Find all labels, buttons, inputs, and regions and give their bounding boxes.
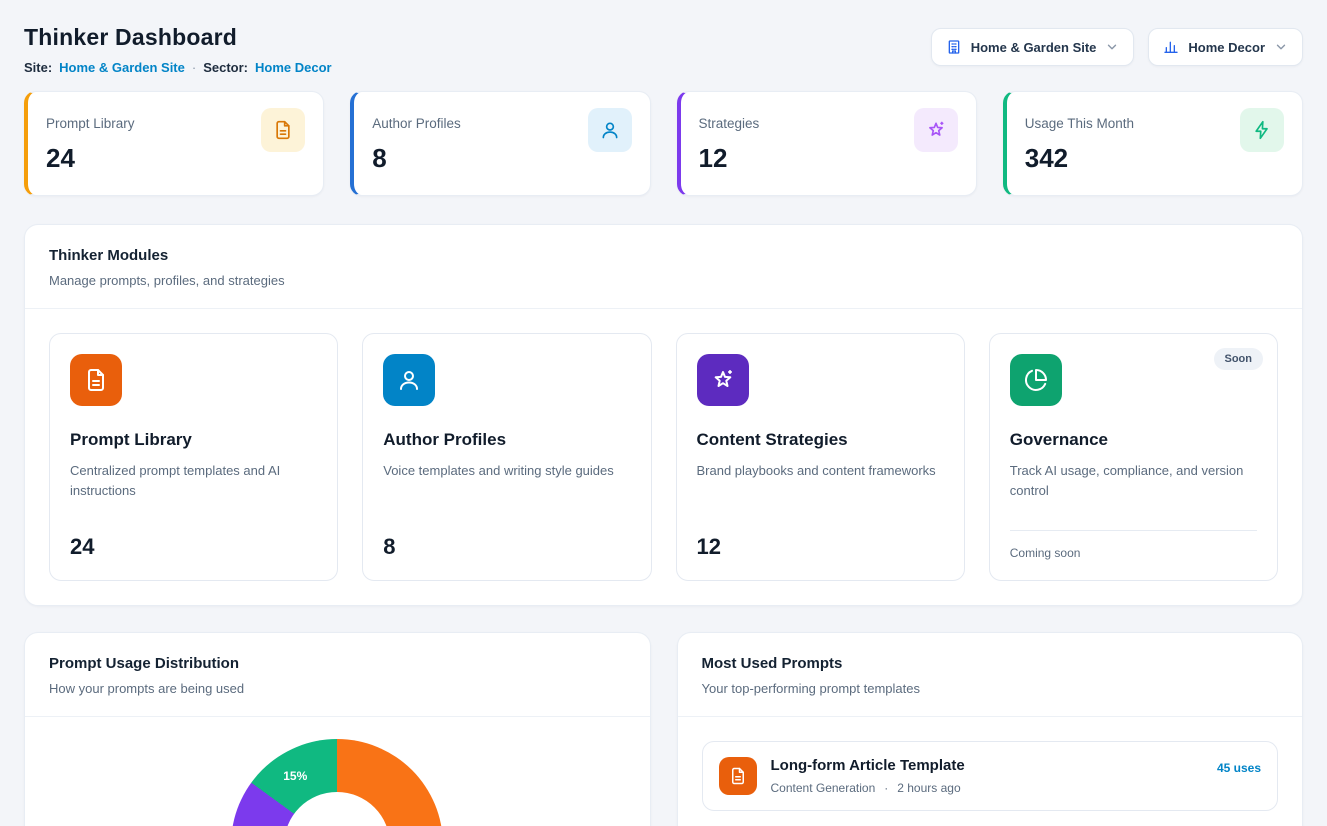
- soon-badge: Soon: [1214, 348, 1264, 370]
- meta-separator: ·: [884, 781, 888, 795]
- document-icon: [261, 108, 305, 152]
- stat-value: 8: [372, 143, 461, 174]
- usage-panel-subtitle: How your prompts are being used: [49, 681, 626, 696]
- page-header: Thinker Dashboard Site: Home & Garden Si…: [24, 20, 1303, 75]
- module-card-content-strategies[interactable]: Content Strategies Brand playbooks and c…: [676, 333, 965, 581]
- module-title: Prompt Library: [70, 430, 317, 450]
- document-icon: [719, 757, 757, 795]
- header-selectors: Home & Garden Site Home Decor: [931, 28, 1303, 66]
- usage-panel-title: Prompt Usage Distribution: [49, 655, 626, 672]
- stat-info: Author Profiles 8: [372, 108, 461, 179]
- donut-slice-label: 15%: [283, 769, 307, 783]
- site-label: Site:: [24, 60, 52, 75]
- module-count: 24: [70, 534, 317, 560]
- prompt-item-title: Long-form Article Template: [771, 757, 965, 774]
- meta-separator: ·: [192, 60, 196, 75]
- prompt-timestamp: 2 hours ago: [897, 781, 960, 795]
- stat-label: Prompt Library: [46, 116, 135, 131]
- stat-card-strategies: Strategies 12: [677, 91, 977, 196]
- module-card-prompt-library[interactable]: Prompt Library Centralized prompt templa…: [49, 333, 338, 581]
- prompt-category: Content Generation: [771, 781, 876, 795]
- site-selector-label: Home & Garden Site: [971, 40, 1097, 55]
- stat-info: Prompt Library 24: [46, 108, 135, 179]
- stat-card-prompt-library: Prompt Library 24: [24, 91, 324, 196]
- stats-row: Prompt Library 24 Author Profiles 8 Stra…: [24, 91, 1303, 196]
- sector-label: Sector:: [203, 60, 248, 75]
- usage-donut-chart: 15%: [231, 739, 443, 826]
- sparkle-star-icon: [914, 108, 958, 152]
- thinker-modules-section: Thinker Modules Manage prompts, profiles…: [24, 224, 1303, 606]
- prompt-item-info: Long-form Article Template Content Gener…: [771, 757, 965, 795]
- stat-label: Author Profiles: [372, 116, 461, 131]
- module-count: 8: [383, 534, 630, 560]
- page-title: Thinker Dashboard: [24, 24, 332, 51]
- module-title: Governance: [1010, 430, 1257, 450]
- usage-panel-header: Prompt Usage Distribution How your promp…: [25, 633, 650, 716]
- stat-info: Usage This Month 342: [1025, 108, 1134, 179]
- stat-value: 12: [699, 143, 760, 174]
- stat-label: Strategies: [699, 116, 760, 131]
- module-description: Centralized prompt templates and AI inst…: [70, 461, 317, 501]
- chevron-down-icon: [1274, 40, 1288, 54]
- coming-soon-label: Coming soon: [1010, 546, 1257, 560]
- header-left: Thinker Dashboard Site: Home & Garden Si…: [24, 20, 332, 75]
- prompt-uses-badge: 45 uses: [1217, 761, 1261, 775]
- lightning-bolt-icon: [1240, 108, 1284, 152]
- modules-subtitle: Manage prompts, profiles, and strategies: [49, 273, 1278, 288]
- most-used-subtitle: Your top-performing prompt templates: [702, 681, 1279, 696]
- sector-selector-label: Home Decor: [1188, 40, 1265, 55]
- bar-chart-icon: [1163, 39, 1179, 55]
- module-divider: [1010, 530, 1257, 531]
- usage-distribution-panel: Prompt Usage Distribution How your promp…: [24, 632, 651, 826]
- usage-chart-area: 15%: [25, 716, 650, 826]
- module-title: Content Strategies: [697, 430, 944, 450]
- building-icon: [946, 39, 962, 55]
- stat-value: 24: [46, 143, 135, 174]
- module-card-governance[interactable]: Soon Governance Track AI usage, complian…: [989, 333, 1278, 581]
- modules-title: Thinker Modules: [49, 247, 1278, 264]
- modules-header: Thinker Modules Manage prompts, profiles…: [25, 225, 1302, 308]
- modules-grid: Prompt Library Centralized prompt templa…: [25, 308, 1302, 605]
- stat-card-usage: Usage This Month 342: [1003, 91, 1303, 196]
- stat-value: 342: [1025, 143, 1134, 174]
- module-description: Voice templates and writing style guides: [383, 461, 630, 481]
- module-description: Track AI usage, compliance, and version …: [1010, 461, 1257, 501]
- site-selector[interactable]: Home & Garden Site: [931, 28, 1135, 66]
- stat-info: Strategies 12: [699, 108, 760, 179]
- sparkle-star-icon: [697, 354, 749, 406]
- pie-chart-icon: [1010, 354, 1062, 406]
- prompt-list: Long-form Article Template Content Gener…: [678, 716, 1303, 826]
- document-icon: [70, 354, 122, 406]
- stat-label: Usage This Month: [1025, 116, 1134, 131]
- person-icon: [588, 108, 632, 152]
- sector-link[interactable]: Home Decor: [255, 60, 332, 75]
- module-title: Author Profiles: [383, 430, 630, 450]
- most-used-header: Most Used Prompts Your top-performing pr…: [678, 633, 1303, 716]
- module-count: 12: [697, 534, 944, 560]
- person-icon: [383, 354, 435, 406]
- most-used-title: Most Used Prompts: [702, 655, 1279, 672]
- list-item-prompt[interactable]: Long-form Article Template Content Gener…: [702, 741, 1279, 811]
- bottom-row: Prompt Usage Distribution How your promp…: [24, 632, 1303, 826]
- prompt-item-meta: Content Generation · 2 hours ago: [771, 781, 965, 795]
- sector-selector[interactable]: Home Decor: [1148, 28, 1303, 66]
- most-used-prompts-panel: Most Used Prompts Your top-performing pr…: [677, 632, 1304, 826]
- chevron-down-icon: [1105, 40, 1119, 54]
- stat-card-author-profiles: Author Profiles 8: [350, 91, 650, 196]
- module-description: Brand playbooks and content frameworks: [697, 461, 944, 481]
- site-link[interactable]: Home & Garden Site: [59, 60, 185, 75]
- dashboard-page: Thinker Dashboard Site: Home & Garden Si…: [0, 0, 1327, 826]
- module-card-author-profiles[interactable]: Author Profiles Voice templates and writ…: [362, 333, 651, 581]
- breadcrumb: Site: Home & Garden Site · Sector: Home …: [24, 60, 332, 75]
